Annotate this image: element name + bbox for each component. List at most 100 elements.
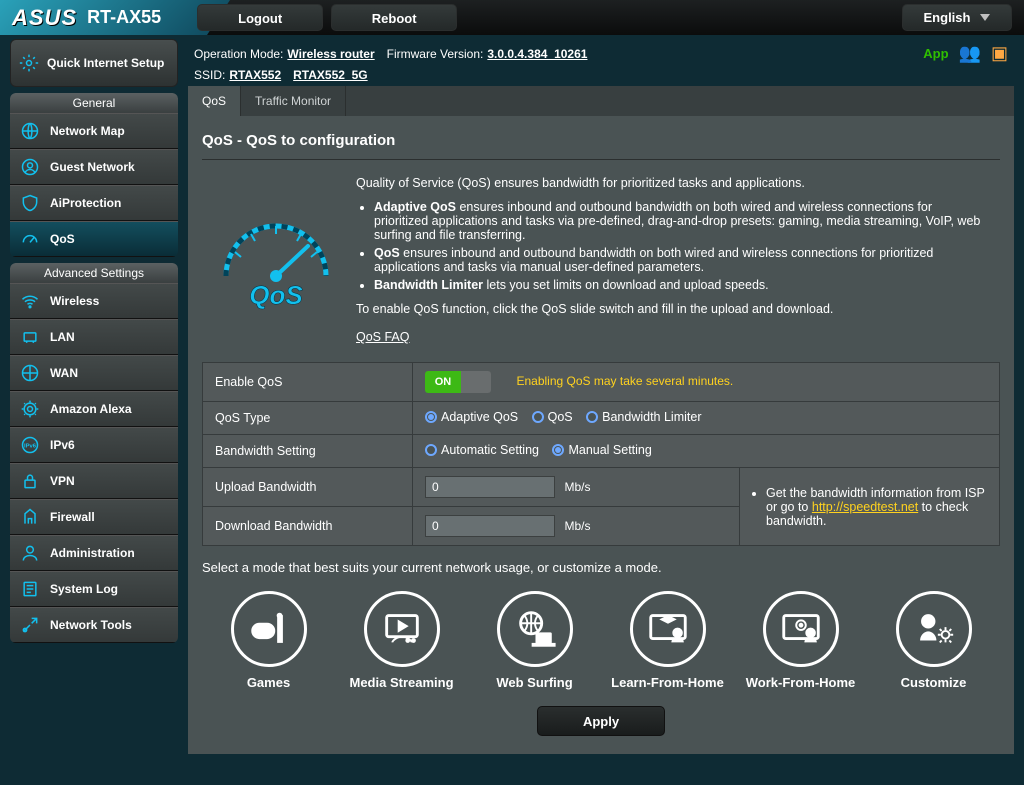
chevron-down-icon (980, 14, 990, 21)
web-icon (512, 606, 558, 652)
customize-icon (911, 606, 957, 652)
ssid-2[interactable]: RTAX552_5G (293, 68, 367, 82)
unit-label: Mb/s (564, 480, 590, 494)
apply-button[interactable]: Apply (537, 706, 665, 736)
sidebar-item-firewall[interactable]: Firewall (10, 499, 178, 535)
ipv6-icon: IPv6 (20, 435, 40, 455)
sidebar-item-guest-network[interactable]: Guest Network (10, 149, 178, 185)
mode-media-streaming[interactable]: Media Streaming (339, 591, 464, 690)
mode-work-from-home[interactable]: Work-From-Home (738, 591, 863, 690)
globe-icon (20, 121, 40, 141)
op-mode-link[interactable]: Wireless router (287, 47, 374, 61)
sidebar-item-label: QoS (50, 232, 75, 246)
tab-traffic-monitor[interactable]: Traffic Monitor (241, 86, 346, 116)
gear-icon (19, 53, 39, 73)
sidebar-item-system-log[interactable]: System Log (10, 571, 178, 607)
advanced-heading: Advanced Settings (10, 263, 178, 283)
mode-instruction: Select a mode that best suits your curre… (202, 560, 1000, 575)
sidebar-item-label: AiProtection (50, 196, 121, 210)
sidebar-item-label: IPv6 (50, 438, 75, 452)
sidebar-item-label: Guest Network (50, 160, 135, 174)
op-mode-label: Operation Mode: (194, 47, 283, 61)
enable-qos-label: Enable QoS (203, 363, 413, 402)
speedometer-icon (20, 229, 40, 249)
radio-adaptive-qos[interactable]: Adaptive QoS (425, 410, 518, 424)
guest-icon (20, 157, 40, 177)
wifi-icon (20, 291, 40, 311)
bandwidth-setting-label: Bandwidth Setting (203, 435, 413, 468)
enable-instruction: To enable QoS function, click the QoS sl… (356, 302, 986, 316)
sidebar-item-label: LAN (50, 330, 75, 344)
language-dropdown[interactable]: English (902, 4, 1012, 31)
enable-warning: Enabling QoS may take several minutes. (516, 374, 733, 388)
sidebar-item-label: System Log (50, 582, 118, 596)
enable-qos-toggle[interactable]: ON (425, 371, 491, 393)
svg-text:IPv6: IPv6 (24, 444, 37, 450)
mode-learn-from-home[interactable]: Learn-From-Home (605, 591, 730, 690)
sidebar-item-wan[interactable]: WAN (10, 355, 178, 391)
radio-automatic-setting[interactable]: Automatic Setting (425, 443, 539, 457)
sidebar-item-vpn[interactable]: VPN (10, 463, 178, 499)
firewall-icon (20, 507, 40, 527)
app-link[interactable]: App (923, 46, 948, 61)
sidebar-item-lan[interactable]: LAN (10, 319, 178, 355)
speedtest-link[interactable]: http://speedtest.net (812, 500, 918, 514)
download-bandwidth-label: Download Bandwidth (203, 507, 413, 546)
mode-games[interactable]: Games (206, 591, 331, 690)
language-label: English (924, 4, 971, 31)
content-tabs: QoS Traffic Monitor (188, 86, 1014, 116)
tools-icon (20, 615, 40, 635)
radio-qos[interactable]: QoS (532, 410, 573, 424)
radio-manual-setting[interactable]: Manual Setting (552, 443, 651, 457)
unit-label: Mb/s (564, 519, 590, 533)
media-icon (379, 606, 425, 652)
radio-bandwidth-limiter[interactable]: Bandwidth Limiter (586, 410, 701, 424)
sidebar-item-label: Network Map (50, 124, 125, 138)
sidebar-item-alexa[interactable]: Amazon Alexa (10, 391, 178, 427)
ssid-label: SSID: (194, 68, 225, 82)
quick-internet-setup-button[interactable]: Quick Internet Setup (10, 39, 178, 87)
lock-icon (20, 471, 40, 491)
page-title: QoS - QoS to configuration (202, 132, 1000, 149)
mode-web-surfing[interactable]: Web Surfing (472, 591, 597, 690)
bullet-adaptive: Adaptive QoS ensures inbound and outboun… (374, 200, 986, 242)
log-icon (20, 579, 40, 599)
sidebar-item-aiprotection[interactable]: AiProtection (10, 185, 178, 221)
radio-dot-icon (425, 444, 437, 456)
usb-icon[interactable]: ▣ (991, 43, 1008, 64)
sidebar-item-qos[interactable]: QoS (10, 221, 178, 257)
sidebar-item-administration[interactable]: Administration (10, 535, 178, 571)
mode-customize[interactable]: Customize (871, 591, 996, 690)
fw-link[interactable]: 3.0.0.4.384_10261 (487, 47, 587, 61)
toggle-knob (461, 371, 491, 393)
intro-text: Quality of Service (QoS) ensures bandwid… (356, 176, 986, 190)
admin-icon (20, 543, 40, 563)
download-bandwidth-input[interactable] (425, 515, 555, 537)
qos-illustration: QoS (216, 206, 336, 316)
sidebar-item-label: Wireless (50, 294, 99, 308)
sidebar-item-wireless[interactable]: Wireless (10, 283, 178, 319)
upload-bandwidth-label: Upload Bandwidth (203, 468, 413, 507)
bandwidth-tip: Get the bandwidth information from ISP o… (740, 468, 1000, 546)
sidebar-item-label: Amazon Alexa (50, 402, 132, 416)
sidebar-item-label: Administration (50, 546, 135, 560)
tab-qos[interactable]: QoS (188, 86, 241, 116)
sidebar-item-network-map[interactable]: Network Map (10, 113, 178, 149)
brand-logo: ASUS (12, 5, 77, 31)
svg-text:QoS: QoS (249, 280, 303, 310)
radio-dot-icon (586, 411, 598, 423)
bullet-bandwidth-limiter: Bandwidth Limiter lets you set limits on… (374, 278, 986, 292)
general-heading: General (10, 93, 178, 113)
sidebar-item-label: VPN (50, 474, 75, 488)
globe-icon (20, 363, 40, 383)
upload-bandwidth-input[interactable] (425, 476, 555, 498)
qos-type-label: QoS Type (203, 402, 413, 435)
clients-icon[interactable]: 👥 (959, 43, 981, 64)
reboot-button[interactable]: Reboot (331, 4, 457, 31)
sidebar-item-ipv6[interactable]: IPv6 IPv6 (10, 427, 178, 463)
model-name: RT-AX55 (87, 7, 161, 28)
ssid-1[interactable]: RTAX552 (229, 68, 281, 82)
sidebar-item-network-tools[interactable]: Network Tools (10, 607, 178, 643)
qos-faq-link[interactable]: QoS FAQ (356, 330, 410, 344)
logout-button[interactable]: Logout (197, 4, 323, 31)
